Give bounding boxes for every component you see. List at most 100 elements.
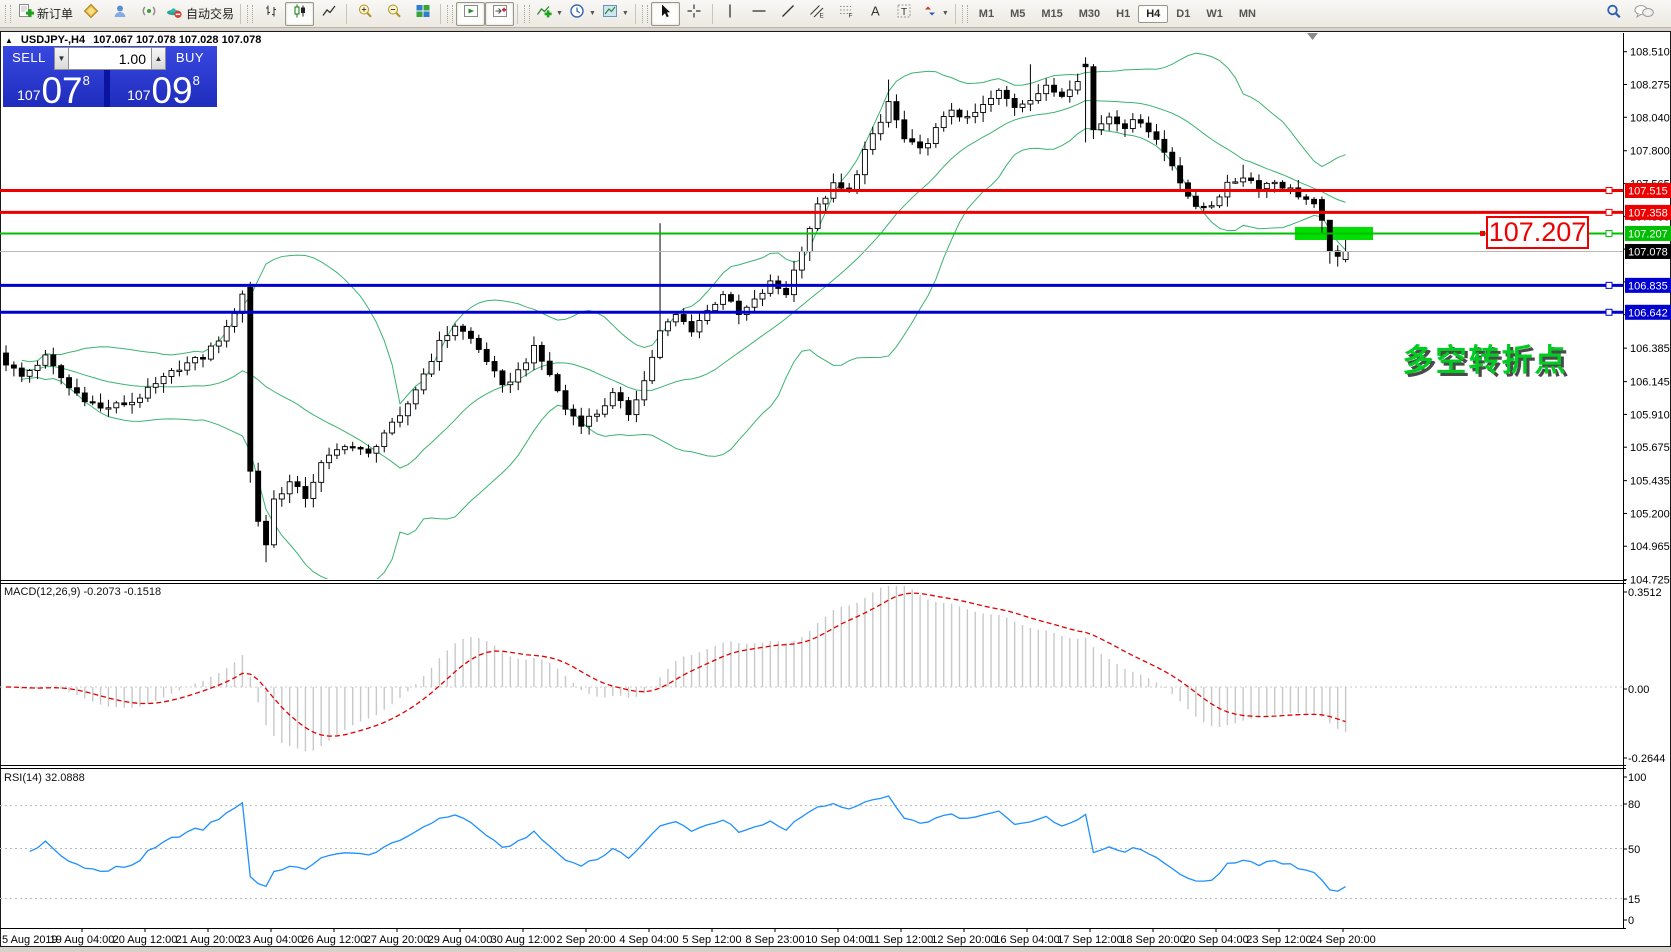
vertical-line-icon xyxy=(722,3,738,24)
svg-text:多空转折点: 多空转折点 xyxy=(1403,343,1568,378)
zoom-out-button[interactable] xyxy=(379,2,408,26)
line-chart-button[interactable] xyxy=(314,2,343,26)
equidistant-channel-tool-button[interactable]: E xyxy=(803,2,832,26)
market-watch-button[interactable] xyxy=(76,2,105,26)
dropdown-caret-icon: ▼ xyxy=(589,10,596,17)
svg-text:107.515: 107.515 xyxy=(1628,186,1668,198)
svg-text:27 Aug 20:00: 27 Aug 20:00 xyxy=(365,934,430,946)
candlestick-chart-button[interactable] xyxy=(285,2,314,26)
templates-button[interactable]: ▼ xyxy=(599,2,632,26)
dropdown-caret-icon: ▼ xyxy=(622,10,629,17)
timeframe-M5[interactable]: M5 xyxy=(1002,5,1033,23)
collapse-panel-icon[interactable]: ▲ xyxy=(5,36,13,45)
trendline-tool-button[interactable] xyxy=(774,2,803,26)
indicators-button[interactable]: ▼ xyxy=(533,2,566,26)
price-callout[interactable]: 107.207 xyxy=(1480,217,1588,248)
timeframe-D1[interactable]: D1 xyxy=(1168,5,1198,23)
autotrading-icon xyxy=(166,3,183,24)
timeframe-M1[interactable]: M1 xyxy=(971,5,1002,23)
level-price-label: 107.515 xyxy=(1625,183,1671,198)
buy-label[interactable]: BUY xyxy=(166,49,214,67)
search-icon[interactable] xyxy=(1605,3,1623,25)
timeframe-group: M1M5M15M30H1H4D1W1MN xyxy=(971,5,1264,23)
templates-icon xyxy=(602,3,618,24)
chart-shift-button[interactable] xyxy=(485,2,514,26)
new-order-button[interactable]: 新订单 xyxy=(14,2,76,26)
terminal-button[interactable] xyxy=(105,2,134,26)
buy-price[interactable]: 107 09 8 xyxy=(110,70,217,107)
timeframe-H4[interactable]: H4 xyxy=(1138,5,1168,23)
market-watch-icon xyxy=(83,3,99,24)
chat-icon[interactable] xyxy=(1633,3,1655,25)
text-label-icon: T xyxy=(896,3,912,24)
autotrading-label: 自动交易 xyxy=(186,5,234,22)
toolbar-grip[interactable] xyxy=(5,5,11,23)
fibonacci-icon: F xyxy=(838,3,854,24)
terminal-icon xyxy=(112,3,128,24)
svg-text:104.725: 104.725 xyxy=(1630,575,1670,587)
toolbar-grip[interactable] xyxy=(447,5,453,23)
horizontal-line-tool-button[interactable] xyxy=(745,2,774,26)
toolbar-separator xyxy=(955,4,956,24)
cursor-icon xyxy=(657,3,673,24)
svg-text:RSI(14) 32.0888: RSI(14) 32.0888 xyxy=(4,772,85,784)
toolbar-separator xyxy=(440,4,441,24)
fibonacci-tool-button[interactable]: F xyxy=(832,2,861,26)
svg-text:26 Aug 12:00: 26 Aug 12:00 xyxy=(302,934,367,946)
toolbar-separator xyxy=(517,4,518,24)
sell-price[interactable]: 107 07 8 xyxy=(3,70,104,107)
timeframe-MN[interactable]: MN xyxy=(1231,5,1264,23)
svg-text:4 Sep 04:00: 4 Sep 04:00 xyxy=(619,934,678,946)
svg-text:T: T xyxy=(901,7,907,18)
svg-text:A: A xyxy=(871,4,880,19)
timeframe-W1[interactable]: W1 xyxy=(1198,5,1231,23)
svg-text:29 Aug 04:00: 29 Aug 04:00 xyxy=(428,934,493,946)
sell-label[interactable]: SELL xyxy=(5,49,53,67)
autotrading-button[interactable]: 自动交易 xyxy=(163,2,237,26)
svg-text:105.200: 105.200 xyxy=(1630,508,1670,520)
volume-increase-button[interactable]: ▲ xyxy=(151,47,166,70)
text-label-tool-button[interactable]: T xyxy=(890,2,919,26)
chart-canvas: 107.207多空转折点多空转折点108.510108.275108.04010… xyxy=(0,0,1671,952)
svg-text:107.207: 107.207 xyxy=(1489,217,1587,247)
toolbar-grip[interactable] xyxy=(247,5,253,23)
timeframe-M15[interactable]: M15 xyxy=(1033,5,1070,23)
timeframe-H1[interactable]: H1 xyxy=(1108,5,1138,23)
bar-chart-button[interactable] xyxy=(256,2,285,26)
tile-windows-button[interactable] xyxy=(408,2,437,26)
svg-text:108.275: 108.275 xyxy=(1630,79,1670,91)
svg-text:107.800: 107.800 xyxy=(1630,146,1670,158)
clock-icon xyxy=(569,3,585,24)
new-order-label: 新订单 xyxy=(37,5,73,22)
periods-button[interactable]: ▼ xyxy=(566,2,599,26)
bar-chart-icon xyxy=(263,3,279,24)
vertical-line-tool-button[interactable] xyxy=(716,2,745,26)
svg-text:10 Sep 04:00: 10 Sep 04:00 xyxy=(805,934,870,946)
volume-decrease-button[interactable]: ▼ xyxy=(54,47,69,70)
svg-text:107.078: 107.078 xyxy=(1628,246,1668,258)
auto-scroll-button[interactable] xyxy=(456,2,485,26)
volume-input[interactable] xyxy=(69,47,151,70)
annotation-text[interactable]: 多空转折点多空转折点 xyxy=(1403,343,1571,381)
svg-text:107.358: 107.358 xyxy=(1628,207,1668,219)
crosshair-tool-button[interactable] xyxy=(680,2,709,26)
toolbar-grip[interactable] xyxy=(524,5,530,23)
sell-price-sup: 8 xyxy=(83,73,90,88)
sell-price-big: 07 xyxy=(41,75,82,107)
toolbar-separator xyxy=(712,4,713,24)
buy-price-sup: 8 xyxy=(193,73,200,88)
text-tool-button[interactable]: A xyxy=(861,2,890,26)
level-price-label: 106.835 xyxy=(1625,278,1671,293)
toolbar-grip[interactable] xyxy=(962,5,968,23)
toolbar-grip[interactable] xyxy=(642,5,648,23)
timeframe-M30[interactable]: M30 xyxy=(1071,5,1108,23)
signals-button[interactable] xyxy=(134,2,163,26)
dropdown-caret-icon: ▼ xyxy=(556,10,563,17)
svg-text:106.835: 106.835 xyxy=(1628,280,1668,292)
svg-text:F: F xyxy=(849,13,853,20)
cursor-tool-button[interactable] xyxy=(651,2,680,26)
toolbar-separator xyxy=(346,4,347,24)
arrows-tool-button[interactable]: ▼ xyxy=(919,2,952,26)
svg-text:19 Aug 04:00: 19 Aug 04:00 xyxy=(50,934,115,946)
zoom-in-button[interactable] xyxy=(350,2,379,26)
